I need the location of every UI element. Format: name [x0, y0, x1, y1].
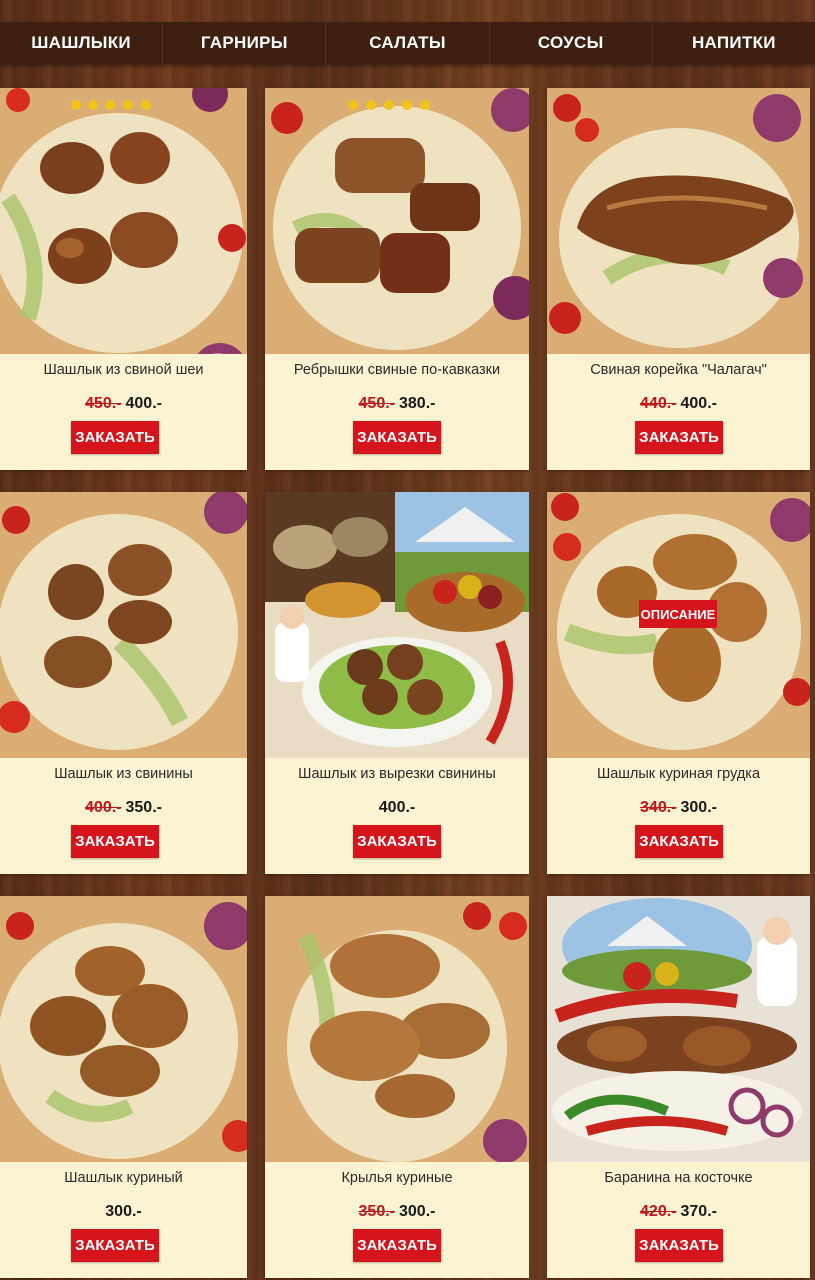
product-name[interactable]: Крылья куриные [265, 1170, 529, 1186]
product-name[interactable]: Шашлык куриный [0, 1170, 247, 1186]
old-price: 400.- [85, 799, 122, 816]
product-price: 440.- 400.- [547, 395, 810, 413]
product-card: Свиная корейка "Чалагач" 440.- 400.- ЗАКА… [547, 88, 810, 470]
old-price: 450.- [85, 395, 122, 412]
product-photo[interactable] [0, 896, 247, 1162]
product-price: 420.- 370.- [547, 1203, 810, 1221]
product-price: 450.- 400.- [0, 395, 247, 413]
order-button[interactable]: ЗАКАЗАТЬ [353, 825, 441, 858]
product-name[interactable]: Баранина на косточке [547, 1170, 810, 1186]
product-name[interactable]: Шашлык куриная грудка [547, 766, 810, 782]
product-card: Шашлык из свиной шеи 450.- 400.- ЗАКАЗАТЬ [0, 88, 247, 470]
order-button[interactable]: ЗАКАЗАТЬ [635, 1229, 723, 1262]
old-price: 440.- [640, 395, 677, 412]
old-price: 340.- [640, 799, 677, 816]
order-button[interactable]: ЗАКАЗАТЬ [353, 1229, 441, 1262]
product-photo[interactable] [265, 896, 529, 1162]
description-button[interactable]: ОПИСАНИЕ [639, 600, 717, 628]
current-price: 370.- [680, 1203, 717, 1220]
product-card: Баранина на косточке 420.- 370.- ЗАКАЗАТЬ [547, 896, 810, 1278]
product-name[interactable]: Шашлык из вырезки свинины [265, 766, 529, 782]
product-price: 350.- 300.- [265, 1203, 529, 1221]
current-price: 350.- [125, 799, 162, 816]
current-price: 300.- [399, 1203, 436, 1220]
product-name[interactable]: Шашлык из свиной шеи [0, 362, 247, 378]
product-price: 400.- 350.- [0, 799, 247, 817]
product-card: Крылья куриные 350.- 300.- ЗАКАЗАТЬ [265, 896, 529, 1278]
order-button[interactable]: ЗАКАЗАТЬ [71, 1229, 159, 1262]
product-photo[interactable] [0, 88, 247, 354]
product-price: 450.- 380.- [265, 395, 529, 413]
order-button[interactable]: ЗАКАЗАТЬ [635, 825, 723, 858]
product-card: Шашлык из свинины 400.- 350.- ЗАКАЗАТЬ [0, 492, 247, 874]
old-price: 420.- [640, 1203, 677, 1220]
product-card: Шашлык из вырезки свинины 400.- ЗАКАЗАТЬ [265, 492, 529, 874]
product-photo[interactable] [265, 88, 529, 354]
product-card: Ребрышки свиные по-кавказки 450.- 380.- З… [265, 88, 529, 470]
product-photo[interactable] [547, 88, 810, 354]
order-button[interactable]: ЗАКАЗАТЬ [71, 421, 159, 454]
product-price: 340.- 300.- [547, 799, 810, 817]
order-button[interactable]: ЗАКАЗАТЬ [353, 421, 441, 454]
product-card: Шашлык куриный 300.- ЗАКАЗАТЬ [0, 896, 247, 1278]
current-price: 400.- [125, 395, 162, 412]
product-card: ОПИСАНИЕ Шашлык куриная грудка 340.- 300.… [547, 492, 810, 874]
order-button[interactable]: ЗАКАЗАТЬ [71, 825, 159, 858]
current-price: 380.- [399, 395, 436, 412]
old-price: 450.- [358, 395, 395, 412]
current-price: 300.- [105, 1203, 142, 1220]
old-price: 350.- [358, 1203, 395, 1220]
product-photo[interactable] [547, 896, 810, 1162]
product-photo[interactable] [0, 492, 247, 758]
product-photo[interactable] [265, 492, 529, 758]
current-price: 400.- [680, 395, 717, 412]
order-button[interactable]: ЗАКАЗАТЬ [635, 421, 723, 454]
product-price: 400.- [265, 799, 529, 817]
current-price: 400.- [378, 799, 416, 816]
product-name[interactable]: Свиная корейка "Чалагач" [547, 362, 810, 378]
current-price: 300.- [680, 799, 717, 816]
product-name[interactable]: Ребрышки свиные по-кавказки [265, 362, 529, 378]
product-grid: Шашлык из свиной шеи 450.- 400.- ЗАКАЗАТЬ [0, 0, 815, 1280]
product-price: 300.- [0, 1203, 247, 1221]
product-name[interactable]: Шашлык из свинины [0, 766, 247, 782]
